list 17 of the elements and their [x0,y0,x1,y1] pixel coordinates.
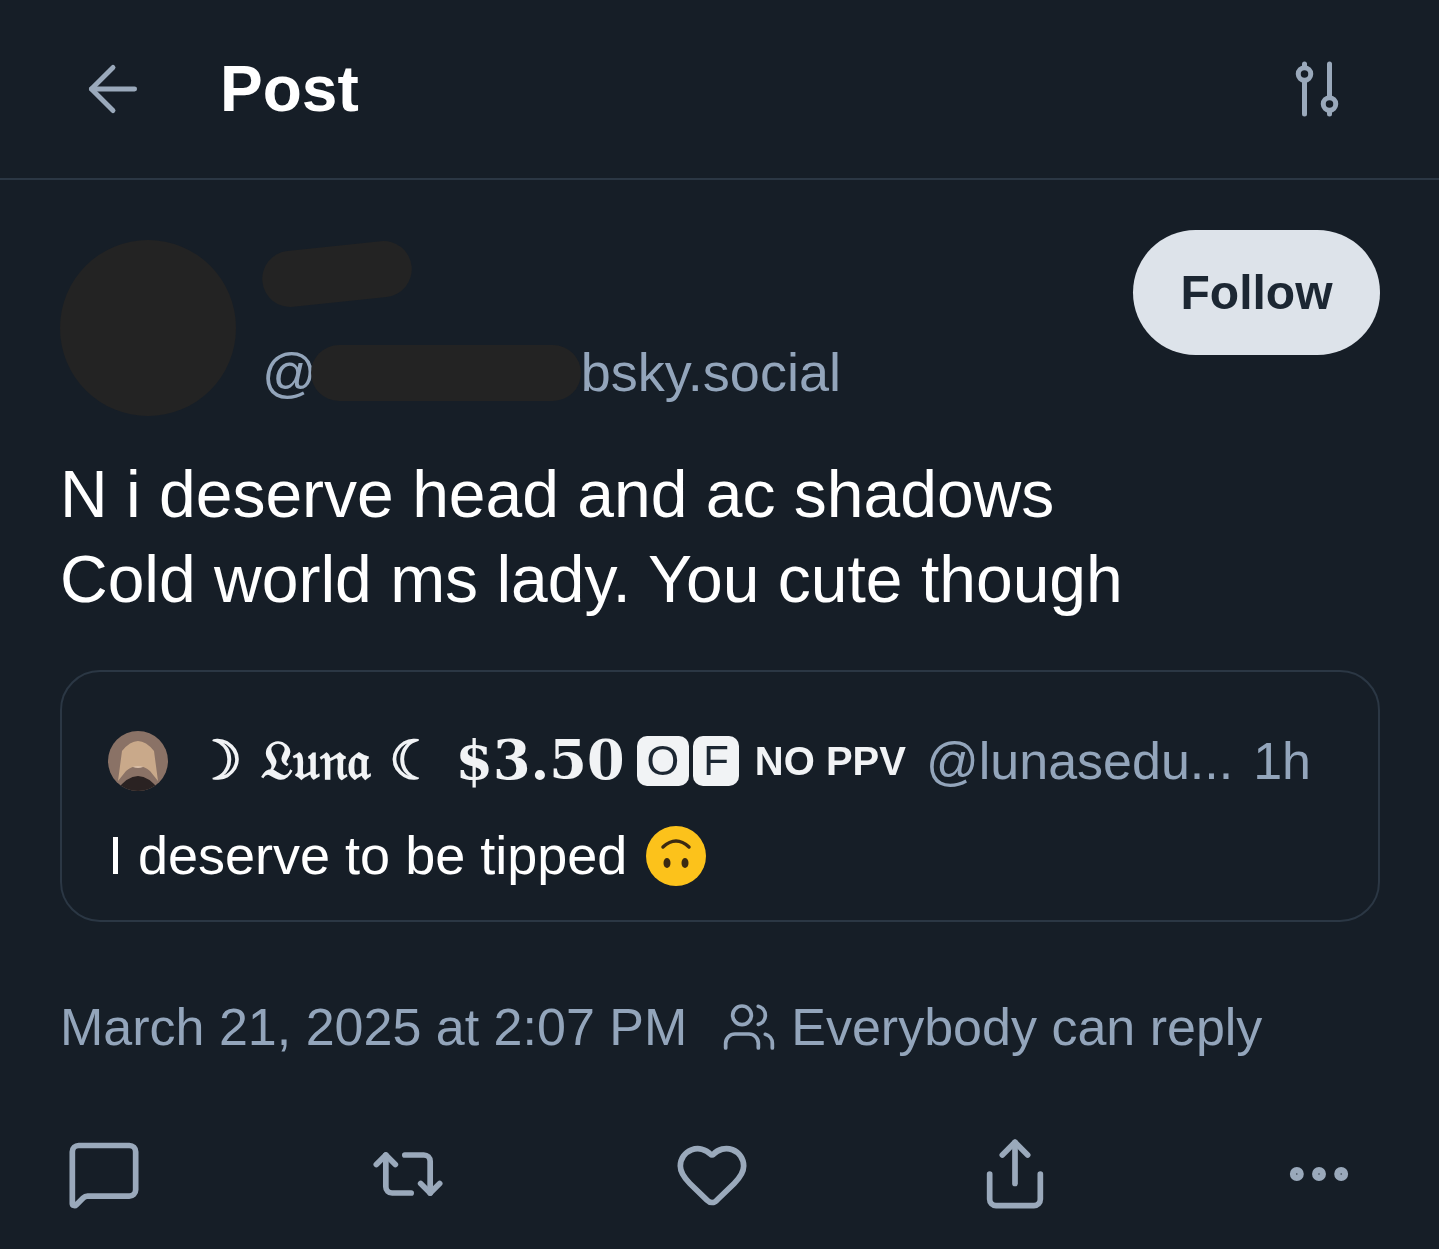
letter-tile: O [636,735,690,786]
quoted-text: I deserve to be tipped [108,824,628,887]
post-text: N i deserve head and ac shadows [60,456,1056,533]
upside-down-face-icon [645,824,708,887]
author-name: NO PPV [754,737,906,785]
quoted-post[interactable]: ☽ 𝔏𝔲𝔫𝔞 ☾ $3.50 O F NO PPV @lunasedu... 1h I deserve to be tipped [60,670,1380,922]
follow-button[interactable]: Follow [1133,230,1380,355]
reply-setting: Everybody can reply [791,997,1263,1058]
post-date: March 21, 2025 at 2:07 PM [60,997,688,1058]
quoted-handle: @lunasedu... [926,730,1234,792]
page-title: Post [220,52,359,127]
post-text: Cold world ms lady. You cute though [60,541,1124,618]
letter-tile: F [693,735,739,786]
post-time: 1h [1253,730,1312,792]
user-handle: bsky.social [580,341,841,404]
author-name: ☽ 𝔏𝔲𝔫𝔞 ☾ $3.50 [194,727,625,794]
user-handle: @ [262,341,317,404]
